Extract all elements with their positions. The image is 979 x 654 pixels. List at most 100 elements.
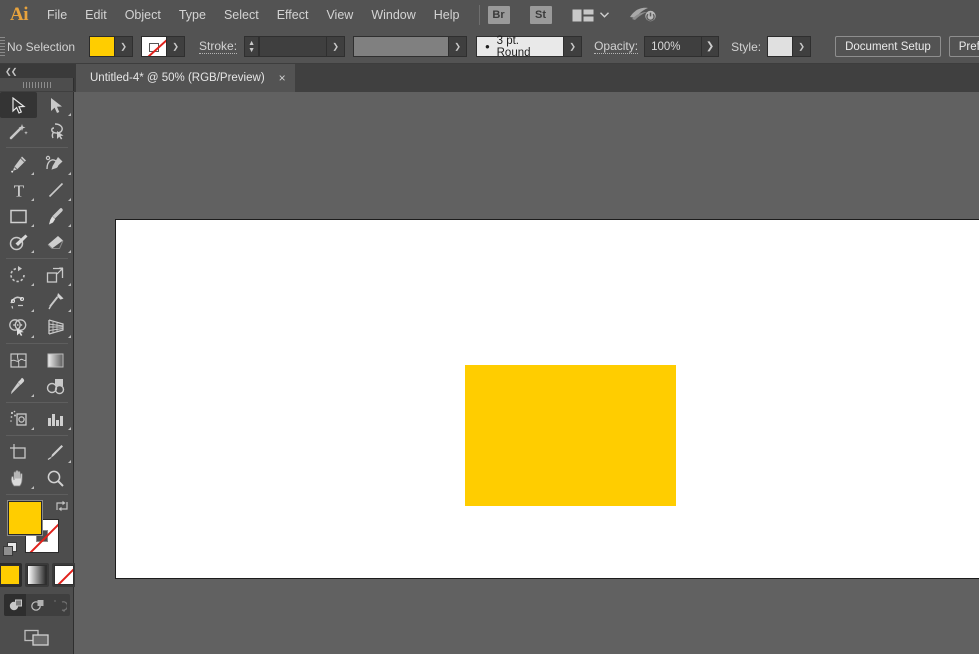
canvas-area[interactable] <box>75 92 979 654</box>
draw-inside-button[interactable] <box>48 594 70 616</box>
color-swatch-icon <box>0 565 20 585</box>
stroke-swatch-dropdown[interactable]: ❯ <box>167 36 185 57</box>
gradient-button[interactable] <box>25 563 49 587</box>
paint-mode-row <box>0 563 74 587</box>
curvature-tool[interactable] <box>37 151 74 177</box>
eraser-tool[interactable] <box>37 229 74 255</box>
arrange-documents-chevron-down-icon[interactable] <box>596 6 614 24</box>
pen-tool[interactable] <box>0 151 37 177</box>
color-button[interactable] <box>0 563 22 587</box>
graphic-style-swatch[interactable] <box>767 36 793 57</box>
menu-effect[interactable]: Effect <box>268 0 318 30</box>
preferences-button[interactable]: Preferences <box>949 36 979 57</box>
lasso-tool[interactable] <box>37 118 74 144</box>
bridge-button[interactable]: Br <box>488 6 510 24</box>
selection-tool[interactable] <box>0 92 37 118</box>
control-bar-grip[interactable] <box>0 30 5 64</box>
arrange-documents-icon[interactable] <box>572 8 596 22</box>
brush-definition-input[interactable]: • 3 pt. Round <box>476 36 564 57</box>
perspective-grid-tool[interactable] <box>37 314 74 340</box>
brush-definition-value: 3 pt. Round <box>497 35 555 59</box>
rotate-tool[interactable] <box>0 262 37 288</box>
swap-fill-stroke-icon[interactable] <box>55 499 69 513</box>
tools-divider-3 <box>6 343 68 344</box>
menu-type[interactable]: Type <box>170 0 215 30</box>
stroke-weight-dropdown[interactable]: ❯ <box>327 36 345 57</box>
graphic-style-dropdown[interactable]: ❯ <box>793 36 811 57</box>
artboard[interactable] <box>115 219 979 579</box>
fill-stroke-indicator <box>0 499 74 561</box>
stock-button[interactable]: St <box>530 6 552 24</box>
draw-normal-button[interactable] <box>4 594 26 616</box>
stroke-weight-stepper[interactable]: ▲▼ <box>244 36 259 57</box>
eyedropper-tool[interactable] <box>0 373 37 399</box>
change-screen-mode-button[interactable] <box>22 627 52 649</box>
draw-behind-button[interactable] <box>26 594 48 616</box>
stroke-weight-label[interactable]: Stroke: <box>199 40 237 54</box>
scale-tool[interactable] <box>37 262 74 288</box>
slice-tool[interactable] <box>37 439 74 465</box>
paintbrush-tool[interactable] <box>37 203 74 229</box>
tools-divider-5 <box>6 435 68 436</box>
app-logo-icon: Ai <box>0 0 38 30</box>
tools-panel: ❮❮ <box>0 64 74 654</box>
artboard-tool[interactable] <box>0 439 37 465</box>
document-tab-title: Untitled-4* @ 50% (RGB/Preview) <box>90 72 265 84</box>
opacity-input[interactable]: 100% <box>644 36 702 57</box>
stroke-weight-input[interactable] <box>259 36 327 57</box>
line-segment-tool[interactable] <box>37 177 74 203</box>
variable-width-profile-swatch[interactable] <box>353 36 449 57</box>
stroke-color-swatch[interactable] <box>141 36 167 57</box>
type-tool[interactable]: T <box>0 177 37 203</box>
gradient-tool[interactable] <box>37 347 74 373</box>
puppet-warp-tool[interactable] <box>37 288 74 314</box>
menubar-divider <box>479 5 480 25</box>
screen-mode-row <box>0 627 74 649</box>
shape-builder-tool[interactable] <box>0 314 37 340</box>
menu-edit[interactable]: Edit <box>76 0 116 30</box>
gradient-swatch-icon <box>27 565 47 585</box>
mesh-tool[interactable] <box>0 347 37 373</box>
zoom-tool[interactable] <box>37 465 74 491</box>
close-icon[interactable]: × <box>279 72 286 84</box>
illustrator-window: Ai File Edit Object Type Select Effect V… <box>0 0 979 654</box>
default-fill-stroke-icon[interactable] <box>3 542 18 557</box>
width-tool[interactable] <box>0 288 37 314</box>
brush-definition-dropdown[interactable]: ❯ <box>564 36 582 57</box>
control-bar: No Selection ❯ ❯ Stroke: ▲▼ ❯ ❯ • <box>0 30 979 64</box>
menu-view[interactable]: View <box>317 0 362 30</box>
menu-file[interactable]: File <box>38 0 76 30</box>
column-graph-tool[interactable] <box>37 406 74 432</box>
none-button[interactable] <box>52 563 76 587</box>
variable-width-profile-dropdown[interactable]: ❯ <box>449 36 467 57</box>
menu-select[interactable]: Select <box>215 0 268 30</box>
hand-tool[interactable] <box>0 465 37 491</box>
rectangle-tool[interactable] <box>0 203 37 229</box>
menu-window[interactable]: Window <box>362 0 424 30</box>
tool-group-transform <box>0 262 74 340</box>
menu-bar: Ai File Edit Object Type Select Effect V… <box>0 0 979 30</box>
svg-text:T: T <box>13 182 24 199</box>
symbol-sprayer-tool[interactable] <box>0 406 37 432</box>
yellow-rectangle[interactable] <box>465 365 676 506</box>
collapse-panel-icon[interactable]: ❮❮ <box>5 67 16 76</box>
fill-color-swatch[interactable] <box>89 36 115 57</box>
selection-status-label: No Selection <box>7 40 75 54</box>
document-tab-bar: Untitled-4* @ 50% (RGB/Preview) × <box>0 64 979 92</box>
tool-group-color <box>0 347 74 399</box>
magic-wand-tool[interactable] <box>0 118 37 144</box>
menu-help[interactable]: Help <box>425 0 469 30</box>
menu-object[interactable]: Object <box>116 0 170 30</box>
tools-panel-grip[interactable] <box>0 78 74 92</box>
blend-tool[interactable] <box>37 373 74 399</box>
shaper-tool[interactable] <box>0 229 37 255</box>
tools-divider-4 <box>6 402 68 403</box>
opacity-expand-button[interactable]: ❯ <box>702 36 719 57</box>
behance-publish-icon[interactable] <box>628 5 658 25</box>
fill-indicator-swatch[interactable] <box>8 501 42 535</box>
fill-swatch-dropdown[interactable]: ❯ <box>115 36 133 57</box>
opacity-label[interactable]: Opacity: <box>594 40 638 54</box>
direct-selection-tool[interactable] <box>37 92 74 118</box>
document-setup-button[interactable]: Document Setup <box>835 36 941 57</box>
document-tab[interactable]: Untitled-4* @ 50% (RGB/Preview) × <box>76 64 295 92</box>
